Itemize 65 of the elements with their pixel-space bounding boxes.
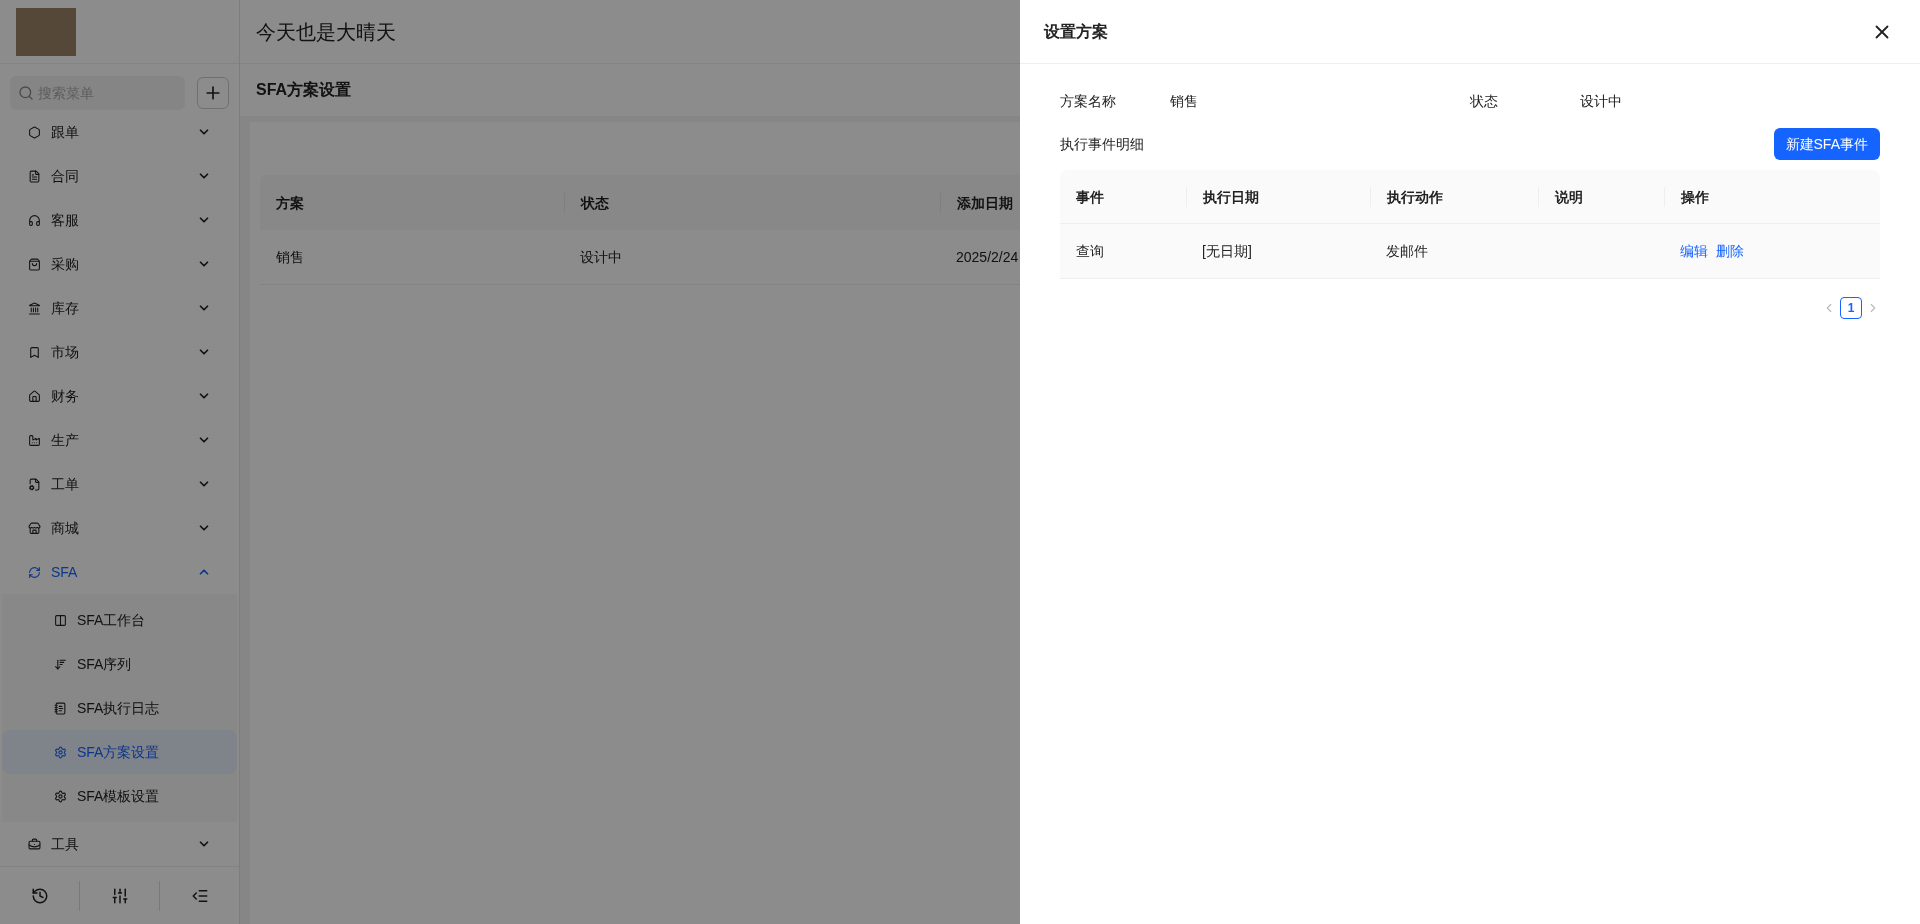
column-header: 执行日期 — [1203, 188, 1259, 205]
menu-icon — [28, 125, 41, 139]
field-label: 方案名称 — [1060, 92, 1117, 111]
sidebar-menu-item[interactable]: 跟单 — [0, 110, 239, 154]
submenu-item[interactable]: SFA工作台 — [2, 598, 237, 642]
history-icon[interactable] — [30, 886, 49, 905]
field-label: 状态 — [1470, 92, 1499, 111]
table-cell: 查询 — [1076, 243, 1104, 259]
sidebar-menu-item[interactable]: 财务 — [0, 374, 239, 418]
menu-icon — [28, 521, 41, 535]
submenu-item[interactable]: SFA方案设置 — [2, 730, 237, 774]
submenu-icon — [54, 613, 67, 627]
submenu-icon — [54, 701, 67, 715]
sidebar-menu-item[interactable]: 市场 — [0, 330, 239, 374]
table-cell: 发邮件 — [1386, 243, 1428, 259]
menu-icon — [28, 389, 41, 403]
menu-icon — [28, 213, 41, 227]
submenu-item[interactable]: SFA模板设置 — [2, 774, 237, 818]
column-header: 事件 — [1076, 188, 1104, 205]
column-header: 方案 — [276, 194, 304, 211]
table-cell: 销售 — [276, 249, 304, 265]
sidebar-menu-item[interactable]: 工单 — [0, 462, 239, 506]
menu-icon — [28, 345, 41, 359]
menu-icon — [28, 169, 41, 183]
new-event-button[interactable]: 新建SFA事件 — [1773, 128, 1880, 160]
submenu-icon — [54, 657, 67, 671]
table-cell: 设计中 — [580, 249, 622, 265]
sidebar-menu-item[interactable]: 客服 — [0, 198, 239, 242]
action-link[interactable]: 编辑 — [1680, 241, 1708, 261]
column-header: 执行动作 — [1387, 188, 1443, 205]
sidebar-menu-item[interactable]: 库存 — [0, 286, 239, 330]
field-value: 设计中 — [1580, 92, 1623, 111]
action-link[interactable]: 删除 — [1716, 241, 1744, 261]
sliders-icon[interactable] — [110, 886, 129, 905]
table-cell: 2025/2/24 — [956, 249, 1019, 265]
menu-icon — [28, 257, 41, 271]
menu-icon — [28, 565, 41, 579]
page-title: SFA方案设置 — [256, 80, 352, 100]
section-title: 执行事件明细 — [1060, 135, 1144, 154]
field-value: 销售 — [1170, 92, 1199, 111]
sidebar-menu-item[interactable]: 工具 — [0, 822, 239, 866]
submenu-item[interactable]: SFA序列 — [2, 642, 237, 686]
menu-icon — [28, 477, 41, 491]
sidebar-menu-item[interactable]: 合同 — [0, 154, 239, 198]
search-icon — [18, 85, 34, 101]
submenu-item[interactable]: SFA执行日志 — [2, 686, 237, 730]
column-header: 添加日期 — [957, 194, 1013, 211]
sidebar-menu-item[interactable]: 生产 — [0, 418, 239, 462]
submenu-icon — [54, 789, 67, 803]
menu-icon — [28, 837, 41, 851]
avatar-photo-placeholder — [16, 7, 76, 56]
header-title: 今天也是大晴天 — [256, 19, 396, 45]
menu-icon — [28, 301, 41, 315]
menu-icon — [28, 433, 41, 447]
column-header: 状态 — [581, 194, 609, 211]
page-button[interactable]: 1 — [1840, 297, 1862, 319]
drawer-title: 设置方案 — [1044, 21, 1109, 42]
add-button[interactable] — [197, 77, 229, 109]
sidebar-menu-item[interactable]: 采购 — [0, 242, 239, 286]
sidebar-menu-item[interactable]: SFA — [0, 550, 239, 594]
table-cell: [无日期] — [1202, 243, 1252, 259]
sidebar-menu-item[interactable]: 商城 — [0, 506, 239, 550]
column-header: 说明 — [1555, 188, 1583, 205]
column-header: 操作 — [1681, 188, 1709, 205]
submenu-icon — [54, 745, 67, 759]
